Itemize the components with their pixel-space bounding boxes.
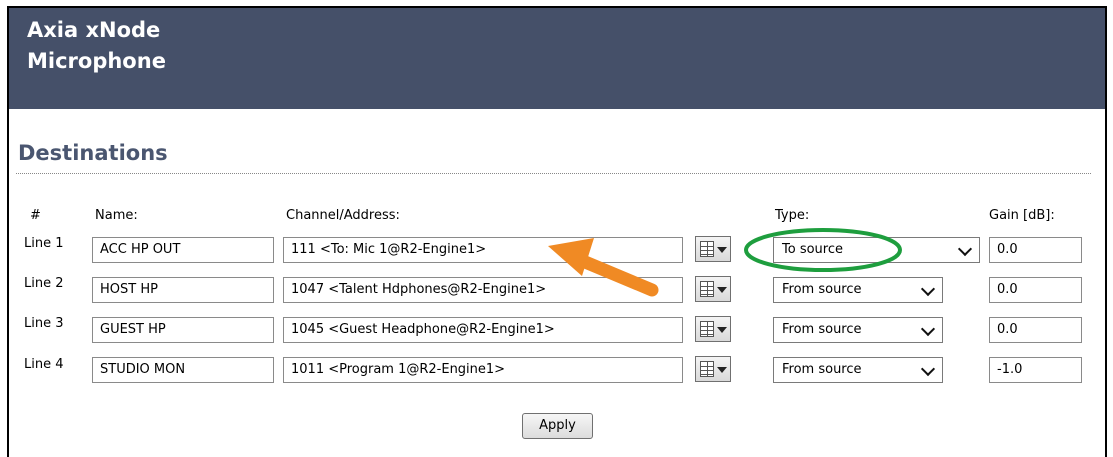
grid-icon xyxy=(700,321,714,337)
gain-field[interactable]: 0.0 xyxy=(989,237,1082,263)
gain-field[interactable]: 0.0 xyxy=(989,317,1082,343)
column-header-channel: Channel/Address: xyxy=(286,208,400,223)
line-label: Line 2 xyxy=(24,276,64,291)
dropdown-arrow-icon xyxy=(717,287,727,293)
line-label: Line 4 xyxy=(24,357,64,372)
channel-address-field[interactable]: 1047 <Talent Hdphones@R2-Engine1> xyxy=(283,277,683,303)
type-select-value: From source xyxy=(782,362,862,377)
type-select-value: From source xyxy=(782,322,862,337)
page-frame: Axia xNode Microphone xyxy=(7,6,1107,457)
channel-address-field[interactable]: 1045 <Guest Headphone@R2-Engine1> xyxy=(283,317,683,343)
dropdown-arrow-icon xyxy=(717,247,727,253)
type-select-value: From source xyxy=(782,282,862,297)
channel-picker-button[interactable] xyxy=(695,276,731,302)
column-header-gain: Gain [dB]: xyxy=(989,208,1055,223)
column-header-type: Type: xyxy=(775,208,810,223)
type-select[interactable]: From source xyxy=(773,277,943,303)
dropdown-arrow-icon xyxy=(717,327,727,333)
channel-picker-button[interactable] xyxy=(695,236,731,262)
column-header-number: # xyxy=(30,208,41,223)
gain-field[interactable]: -1.0 xyxy=(989,357,1082,383)
grid-icon xyxy=(700,281,714,297)
name-field[interactable]: STUDIO MON xyxy=(92,357,274,383)
channel-address-field[interactable]: 1011 <Program 1@R2-Engine1> xyxy=(283,357,683,383)
chevron-down-icon xyxy=(957,241,973,257)
line-label: Line 3 xyxy=(24,316,64,331)
channel-picker-button[interactable] xyxy=(695,316,731,342)
line-label: Line 1 xyxy=(24,236,64,251)
chevron-down-icon xyxy=(920,281,936,297)
apply-button[interactable]: Apply xyxy=(522,413,593,439)
dropdown-arrow-icon xyxy=(717,367,727,373)
chevron-down-icon xyxy=(920,361,936,377)
name-field[interactable]: HOST HP xyxy=(92,277,274,303)
page-header: Axia xNode Microphone xyxy=(9,8,1105,109)
grid-icon xyxy=(700,241,714,257)
chevron-down-icon xyxy=(920,321,936,337)
device-subtitle: Microphone xyxy=(27,49,166,73)
device-title: Axia xNode xyxy=(27,18,161,42)
type-select[interactable]: To source xyxy=(773,237,980,263)
type-select-value: To source xyxy=(782,242,843,257)
gain-field[interactable]: 0.0 xyxy=(989,277,1082,303)
name-field[interactable]: GUEST HP xyxy=(92,317,274,343)
column-header-name: Name: xyxy=(95,208,138,223)
name-field[interactable]: ACC HP OUT xyxy=(92,237,274,263)
channel-address-field[interactable]: 111 <To: Mic 1@R2-Engine1> xyxy=(283,237,683,263)
type-select[interactable]: From source xyxy=(773,317,943,343)
section-title: Destinations xyxy=(18,141,168,165)
type-select[interactable]: From source xyxy=(773,357,943,383)
channel-picker-button[interactable] xyxy=(695,356,731,382)
section-divider xyxy=(16,173,1091,174)
grid-icon xyxy=(700,361,714,377)
